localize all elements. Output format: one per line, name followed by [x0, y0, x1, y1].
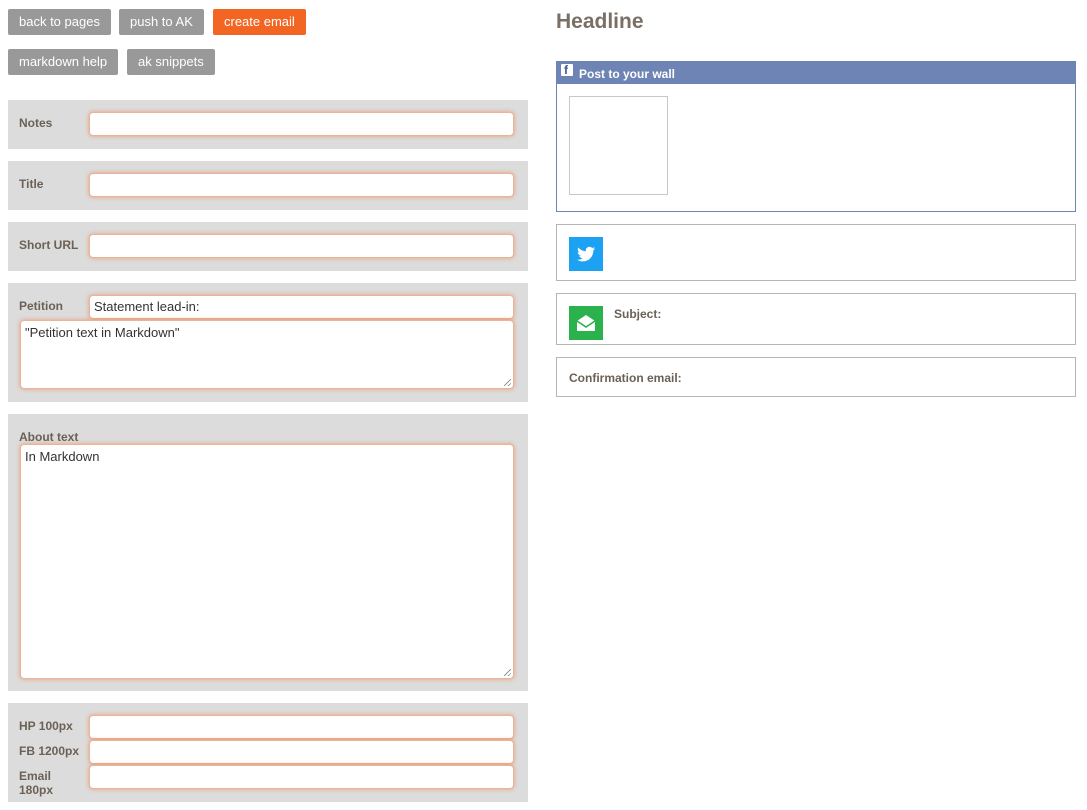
back-to-pages-button[interactable]: back to pages [8, 9, 111, 35]
title-input[interactable] [89, 173, 514, 197]
facebook-icon: f [561, 63, 573, 77]
petition-panel: Petition Statement lead-in: "Petition te… [8, 283, 528, 402]
email-image-input[interactable] [89, 765, 514, 789]
email-icon [569, 306, 603, 340]
resize-handle-icon[interactable] [504, 669, 511, 676]
about-text-value: In Markdown [25, 449, 100, 464]
email-image-size-label: 180px [19, 783, 54, 797]
short-url-label: Short URL [19, 238, 79, 252]
fb-image-input[interactable] [89, 740, 514, 764]
title-label: Title [19, 177, 44, 191]
email-image-label: Email [19, 769, 52, 783]
facebook-image-placeholder [569, 96, 668, 195]
facebook-bar-label: Post to your wall [579, 67, 676, 81]
email-preview-card: Subject: [556, 293, 1076, 345]
notes-label: Notes [19, 116, 53, 130]
markdown-help-button[interactable]: markdown help [8, 49, 119, 75]
petition-label: Petition [19, 299, 63, 313]
create-email-button[interactable]: create email [213, 9, 306, 35]
facebook-preview-card: f Post to your wall [556, 61, 1076, 212]
petition-text-textarea[interactable]: "Petition text in Markdown" [20, 320, 514, 389]
about-panel: About text In Markdown [8, 414, 528, 691]
twitter-icon [569, 237, 603, 271]
short-url-input[interactable] [89, 234, 514, 258]
ak-snippets-button[interactable]: ak snippets [127, 49, 215, 75]
petition-text-value: "Petition text in Markdown" [25, 325, 180, 340]
resize-handle-icon[interactable] [504, 379, 511, 386]
hp-image-label: HP 100px [19, 719, 73, 733]
fb-image-label: FB 1200px [19, 744, 80, 758]
images-panel: HP 100px FB 1200px Email 180px [8, 703, 528, 802]
about-label: About text [19, 430, 79, 444]
confirmation-email-label: Confirmation email: [569, 371, 682, 385]
notes-input[interactable] [89, 112, 514, 136]
hp-image-input[interactable] [89, 715, 514, 739]
facebook-bar: f Post to your wall [557, 62, 1075, 84]
petition-leadin-input[interactable]: Statement lead-in: [89, 295, 514, 319]
about-textarea[interactable]: In Markdown [20, 444, 514, 679]
notes-panel: Notes [8, 100, 528, 149]
push-to-ak-button[interactable]: push to AK [119, 9, 204, 35]
headline-preview: Headline [556, 10, 644, 33]
title-panel: Title [8, 161, 528, 210]
twitter-preview-card [556, 224, 1076, 281]
short-url-panel: Short URL [8, 222, 528, 271]
email-subject-label: Subject: [614, 307, 662, 321]
confirmation-email-card: Confirmation email: [556, 357, 1076, 397]
